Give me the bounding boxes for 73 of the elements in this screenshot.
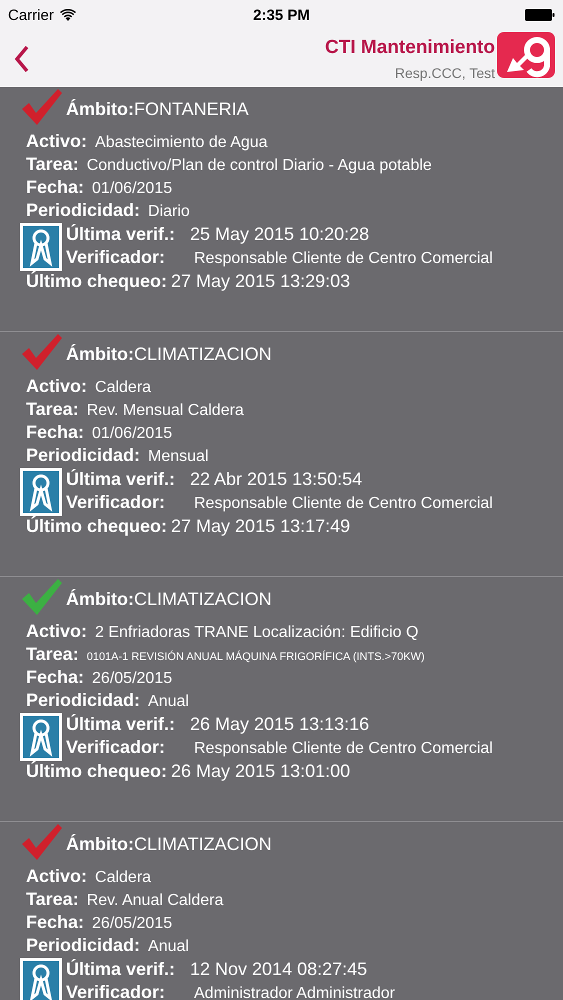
inspection-card[interactable] (0, 577, 563, 822)
field-value: 27 May 2015 13:29:03 (171, 271, 350, 292)
inspection-card[interactable] (0, 87, 563, 332)
field-label: Periodicidad: (26, 935, 140, 956)
field-label: Activo: (26, 131, 88, 152)
field-label: Activo: (26, 621, 88, 642)
field-value: Conductivo/Plan de control Diario - Agua potable (86, 157, 432, 175)
field-value: 26 May 2015 13:13:16 (190, 714, 370, 735)
field-value: 01/06/2015 (92, 180, 172, 198)
inspection-card[interactable]: Ámbito:CLIMATIZACION Activo: Caldera Tarea: Rev. Anual Caldera Fecha: 26/05/2015 Periodicidad: Anual Última verif.: 12 Nov 2014 08:27:45 Verificador: Administrador Administrador (0, 822, 563, 1000)
field-label: Tarea: (26, 154, 79, 175)
field-label: Tarea: (26, 644, 79, 665)
field-value: Caldera (95, 869, 152, 887)
field-value: Responsable Cliente de Centro Comercial (194, 495, 493, 513)
field-label: Verificador: (66, 492, 166, 513)
field-label: Periodicidad: (26, 200, 140, 221)
field-label: Fecha: (26, 912, 84, 933)
field-label: Última verif.: (66, 469, 176, 490)
field-value: 0101A-1 REVISIÓN ANUAL MÁQUINA FRIGORÍFICA (INTS.>70KW) (86, 651, 425, 663)
field-value: Administrador Administrador (194, 985, 395, 1000)
field-label: Última verif.: (66, 714, 176, 735)
field-label: Fecha: (26, 422, 84, 443)
field-label: Tarea: (26, 889, 79, 910)
field-value: 26/05/2015 (92, 670, 172, 688)
scope-text: Ámbito:FONTANERIA (66, 98, 249, 120)
field-label: Fecha: (26, 177, 84, 198)
field-value: 26 May 2015 13:01:00 (171, 761, 350, 782)
field-label: Última verif.: (66, 959, 176, 980)
field-label: Fecha: (26, 667, 84, 688)
field-label: Último chequeo: (26, 516, 168, 537)
field-value: Caldera (95, 379, 152, 397)
field-label: Periodicidad: (26, 445, 140, 466)
field-label: Verificador: (66, 247, 166, 268)
field-value: 22 Abr 2015 13:50:54 (190, 469, 362, 490)
battery-icon (525, 9, 555, 21)
field-value: 26/05/2015 (92, 915, 172, 933)
ribbon-badge-icon (20, 713, 62, 761)
field-value: 25 May 2015 10:20:28 (190, 224, 370, 245)
carrier-label: Carrier (8, 6, 54, 24)
field-value: Mensual (148, 448, 209, 466)
field-value: Rev. Anual Caldera (86, 892, 224, 910)
field-label: Última verif.: (66, 224, 176, 245)
user-subtitle: Resp.CCC, Test (394, 64, 495, 80)
scope-text: Ámbito:CLIMATIZACION (66, 588, 272, 610)
field-value: Abastecimiento de Agua (95, 134, 268, 152)
scope-text: Ámbito:CLIMATIZACION (66, 834, 272, 854)
ribbon-badge-icon (20, 223, 62, 271)
field-value: 2 Enfriadoras TRANE Localización: Edificio Q (95, 624, 418, 642)
field-label: Verificador: (66, 737, 166, 758)
wifi-icon (60, 9, 76, 21)
field-label: Activo: (26, 376, 88, 397)
inspection-card[interactable] (0, 332, 563, 577)
field-value: Responsable Cliente de Centro Comercial (194, 250, 493, 268)
field-value: 12 Nov 2014 08:27:45 (190, 959, 368, 980)
app-title: CTI Mantenimiento (325, 36, 495, 58)
field-value: Rev. Mensual Caldera (86, 402, 244, 420)
field-label: Activo: (26, 866, 88, 887)
field-value: Diario (148, 203, 190, 221)
field-value: Anual (148, 938, 189, 956)
field-label: Último chequeo: (26, 761, 168, 782)
field-value: Responsable Cliente de Centro Comercial (194, 740, 493, 758)
field-value: 27 May 2015 13:17:49 (171, 516, 350, 537)
field-value: Anual (148, 693, 189, 711)
ribbon-badge-icon (20, 958, 62, 1000)
field-label: Tarea: (26, 399, 79, 420)
field-label: Verificador: (66, 982, 166, 1000)
clock-time: 2:35 PM (252, 6, 311, 24)
app-logo-icon (497, 32, 555, 78)
ribbon-badge-icon (20, 468, 62, 516)
scope-text: Ámbito:CLIMATIZACION (66, 344, 272, 364)
field-label: Último chequeo: (26, 271, 168, 292)
field-label: Periodicidad: (26, 690, 140, 711)
field-value: 01/06/2015 (92, 425, 172, 443)
